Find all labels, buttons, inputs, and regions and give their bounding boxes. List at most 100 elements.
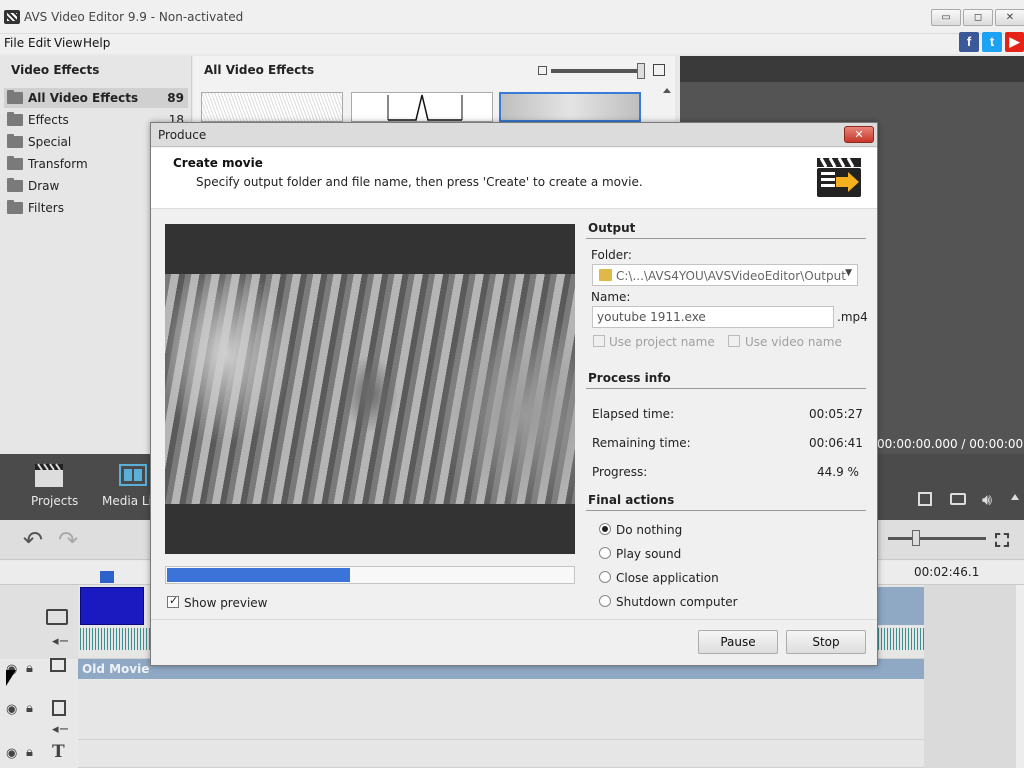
use-video-name-label: Use video name [745,335,842,349]
category-label: Filters [28,201,64,215]
section-divider [586,388,866,389]
progress-value: 44.9 % [817,465,859,479]
app-title: AVS Video Editor 9.9 - Non-activated [24,10,244,24]
folder-select[interactable]: C:\...\AVS4YOU\AVSVideoEditor\Output ▼ [592,264,858,286]
radio-close-application[interactable] [599,571,611,583]
timeline-scrollbar[interactable] [1016,585,1024,768]
app-logo-icon [4,10,20,24]
folder-icon [7,90,23,104]
eye-icon[interactable]: ◉ [6,702,17,717]
radio-close-application-label: Close application [616,571,719,585]
category-count: 89 [167,91,184,105]
title-bar: AVS Video Editor 9.9 - Non-activated ▭ ◻… [0,0,1024,34]
audio-waveform [878,628,924,650]
video-clip[interactable] [878,587,924,625]
lock-icon[interactable]: 🔒︎ [26,661,33,676]
lock-icon[interactable]: 🔒︎ [26,745,33,760]
effect-star-icon [50,658,66,672]
effect-thumbnail[interactable] [201,92,343,122]
minimize-button[interactable]: ▭ [931,9,961,26]
menu-view[interactable]: View [54,36,82,50]
gallery-scroll-up-icon[interactable] [663,88,671,93]
playhead-marker[interactable] [100,571,114,583]
volume-icon[interactable]: 🔊︎ [982,490,992,510]
text-track-lane[interactable] [78,741,924,768]
twitter-icon[interactable]: t [982,32,1002,52]
clapperboard-icon [817,157,861,197]
category-label: Special [28,135,72,149]
category-all-video-effects[interactable]: All Video Effects 89 [4,88,188,108]
category-label: Effects [28,113,69,127]
video-clip[interactable] [80,587,144,625]
fit-timeline-icon[interactable] [995,533,1009,547]
thumbnail-size-slider[interactable] [551,69,643,73]
audio-mute-icon[interactable]: ◂− [52,634,69,649]
dialog-footer-divider [151,619,877,620]
folder-label: Folder: [591,248,632,262]
ruler-time-label: 00:02:46.1 [914,565,980,579]
youtube-icon[interactable]: ▶ [1005,32,1024,52]
radio-play-sound-label: Play sound [616,547,682,561]
radio-play-sound[interactable] [599,547,611,559]
projects-icon[interactable] [34,462,64,488]
menu-file[interactable]: File [4,36,24,50]
radio-do-nothing[interactable] [599,523,611,535]
folder-icon [7,112,23,126]
projects-button[interactable]: Projects [31,494,78,508]
undo-icon[interactable]: ↶ [23,528,43,552]
section-divider [586,510,866,511]
pause-button[interactable]: Pause [698,630,778,654]
radio-shutdown-computer[interactable] [599,595,611,607]
redo-icon[interactable]: ↷ [58,528,78,552]
close-button[interactable]: ✕ [995,9,1024,26]
text-track-icon: T [52,742,65,762]
menu-bar: File Edit View Help [0,34,1024,54]
menu-help[interactable]: Help [83,36,110,50]
dialog-subheading: Specify output folder and file name, the… [196,175,643,189]
effect-track-label: Old Movie [82,662,150,676]
audio-waveform [80,628,150,650]
facebook-icon[interactable]: f [959,32,979,52]
folder-icon [7,200,23,214]
effect-thumbnail-selected[interactable] [499,92,641,122]
dialog-heading: Create movie [173,156,263,170]
effect-thumbnail[interactable] [351,92,493,122]
stop-button[interactable]: Stop [786,630,866,654]
dialog-close-button[interactable]: ✕ [844,126,874,143]
zoom-in-icon[interactable] [653,64,665,76]
preview-frame [165,274,575,504]
dialog-title: Produce [158,128,207,142]
use-project-name-checkbox[interactable] [593,335,605,347]
show-preview-checkbox[interactable] [167,594,179,608]
snapshot-icon[interactable] [950,493,966,505]
fullscreen-icon[interactable] [918,492,932,506]
menu-edit[interactable]: Edit [28,36,51,50]
overlay-track-lane[interactable] [78,680,924,740]
media-library-icon[interactable] [118,462,148,488]
preview-time-readout: 00:00:00.000 / 00:00:00.000 [877,437,1024,451]
zoom-out-icon[interactable] [538,66,547,75]
file-name-input[interactable] [592,306,834,328]
use-project-name-label: Use project name [609,335,715,349]
zoom-slider-handle[interactable] [912,530,920,546]
elapsed-time-label: Elapsed time: [592,407,675,421]
eye-icon[interactable]: ◉ [6,746,17,761]
audio-mute-icon[interactable]: ◂− [52,722,69,737]
folder-icon [599,269,612,281]
chevron-down-icon[interactable]: ▼ [845,268,852,278]
folder-icon [7,178,23,192]
expand-arrow-icon[interactable] [1011,494,1019,500]
progress-fill [167,568,350,582]
restore-button[interactable]: ◻ [963,9,993,26]
progress-bar [165,566,575,584]
dialog-header: Create movie Specify output folder and f… [151,148,877,209]
radio-shutdown-computer-label: Shutdown computer [616,595,738,609]
lock-icon[interactable]: 🔒︎ [26,701,33,716]
video-preview [165,224,575,554]
folder-icon [7,156,23,170]
use-video-name-checkbox[interactable] [728,335,740,347]
slider-handle[interactable] [637,63,645,79]
zoom-slider[interactable] [888,537,986,540]
final-actions-title: Final actions [588,493,675,507]
category-label: All Video Effects [28,91,139,105]
